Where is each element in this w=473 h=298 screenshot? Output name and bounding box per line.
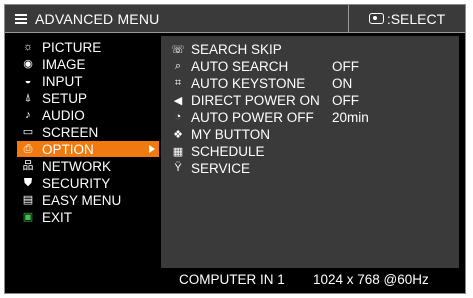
- menu-item-input[interactable]: ◒ INPUT: [5, 73, 165, 89]
- my-button-icon: ❖: [173, 128, 183, 141]
- status-bar: COMPUTER IN 1 1024 x 768 @60Hz: [161, 270, 459, 289]
- select-hint-label: :SELECT: [386, 10, 446, 27]
- menu-item-screen[interactable]: ▭ SCREEN: [5, 124, 165, 140]
- exit-icon: ▣: [22, 210, 34, 223]
- osd-window: ADVANCED MENU :SELECT ☼ PICTURE ◉ IMAGE …: [4, 4, 466, 294]
- main-menu: ☼ PICTURE ◉ IMAGE ◒ INPUT ⍋ SETUP ♪ AUDI…: [5, 39, 165, 226]
- menu-item-setup[interactable]: ⍋ SETUP: [5, 90, 165, 106]
- submenu-arrow-icon: [149, 145, 155, 153]
- setup-icon: ⍋: [24, 91, 32, 104]
- option-search-skip[interactable]: ☏ SEARCH SKIP: [171, 41, 451, 57]
- menu-item-label: INPUT: [42, 73, 83, 89]
- menu-item-label: IMAGE: [42, 56, 86, 72]
- option-label: AUTO SEARCH: [191, 58, 289, 74]
- auto-keystone-icon: ⌗: [174, 76, 182, 89]
- select-icon: [368, 13, 384, 24]
- network-icon: 品: [22, 159, 34, 172]
- menu-icon: [15, 14, 27, 24]
- menu-item-label: AUDIO: [42, 107, 85, 123]
- option-label: SCHEDULE: [191, 143, 265, 159]
- menu-item-easy-menu[interactable]: ▤ EASY MENU: [5, 192, 165, 208]
- schedule-icon: ▦: [172, 145, 184, 158]
- menu-item-label: NETWORK: [42, 158, 111, 174]
- menu-item-label: PICTURE: [42, 39, 102, 55]
- option-auto-keystone[interactable]: ⌗ AUTO KEYSTONE ON: [171, 75, 451, 91]
- option-value: OFF: [332, 92, 359, 108]
- search-skip-icon: ☏: [171, 43, 185, 56]
- menu-item-security[interactable]: ⛊ SECURITY: [5, 175, 165, 191]
- option-label: SERVICE: [191, 160, 251, 176]
- option-label: AUTO KEYSTONE: [191, 75, 306, 91]
- option-submenu-panel: ☏ SEARCH SKIP ⌕ AUTO SEARCH OFF ⌗ AUTO K…: [161, 36, 459, 268]
- option-label: AUTO POWER OFF: [191, 109, 314, 125]
- image-icon: ◉: [23, 57, 33, 70]
- menu-item-label: SETUP: [42, 90, 88, 106]
- direct-power-on-icon: ◀: [173, 94, 183, 107]
- screen-icon: ▭: [22, 125, 34, 138]
- menu-item-option[interactable]: ⎙ OPTION: [17, 141, 159, 157]
- menu-item-audio[interactable]: ♪ AUDIO: [5, 107, 165, 123]
- menu-title: ADVANCED MENU: [35, 11, 160, 27]
- menu-item-label: EXIT: [42, 209, 73, 225]
- title-bar: ADVANCED MENU :SELECT: [5, 5, 465, 33]
- menu-item-label: OPTION: [42, 141, 94, 157]
- option-label: SEARCH SKIP: [191, 41, 282, 57]
- option-value: ON: [332, 75, 353, 91]
- menu-item-exit[interactable]: ▣ EXIT: [5, 209, 165, 225]
- option-value: OFF: [332, 58, 359, 74]
- option-label: DIRECT POWER ON: [191, 92, 320, 108]
- menu-item-network[interactable]: 品 NETWORK: [5, 158, 165, 174]
- option-direct-power-on[interactable]: ◀ DIRECT POWER ON OFF: [171, 92, 451, 108]
- menu-item-label: SECURITY: [42, 175, 111, 191]
- title-area: ADVANCED MENU: [15, 5, 159, 33]
- auto-search-icon: ⌕: [174, 59, 182, 72]
- menu-item-label: SCREEN: [42, 124, 99, 140]
- menu-item-image[interactable]: ◉ IMAGE: [5, 56, 165, 72]
- input-icon: ◒: [24, 74, 32, 87]
- audio-icon: ♪: [25, 108, 31, 121]
- signal-resolution: 1024 x 768 @60Hz: [313, 272, 429, 287]
- picture-icon: ☼: [22, 40, 34, 53]
- option-auto-power-off[interactable]: ◔ AUTO POWER OFF 20min: [171, 109, 451, 125]
- option-value: 20min: [332, 109, 369, 125]
- option-schedule[interactable]: ▦ SCHEDULE: [171, 143, 451, 159]
- option-service[interactable]: Ÿ SERVICE: [171, 160, 451, 176]
- option-label: MY BUTTON: [191, 126, 271, 142]
- easy-menu-icon: ▤: [22, 193, 34, 206]
- menu-item-label: EASY MENU: [42, 192, 122, 208]
- menu-item-picture[interactable]: ☼ PICTURE: [5, 39, 165, 55]
- option-auto-search[interactable]: ⌕ AUTO SEARCH OFF: [171, 58, 451, 74]
- current-input: COMPUTER IN 1: [179, 272, 285, 287]
- service-icon: Ÿ: [174, 162, 182, 174]
- option-icon: ⎙: [23, 142, 33, 155]
- security-icon: ⛊: [23, 176, 33, 189]
- option-my-button[interactable]: ❖ MY BUTTON: [171, 126, 451, 142]
- auto-power-off-icon: ◔: [174, 111, 182, 123]
- select-hint: :SELECT: [348, 5, 465, 32]
